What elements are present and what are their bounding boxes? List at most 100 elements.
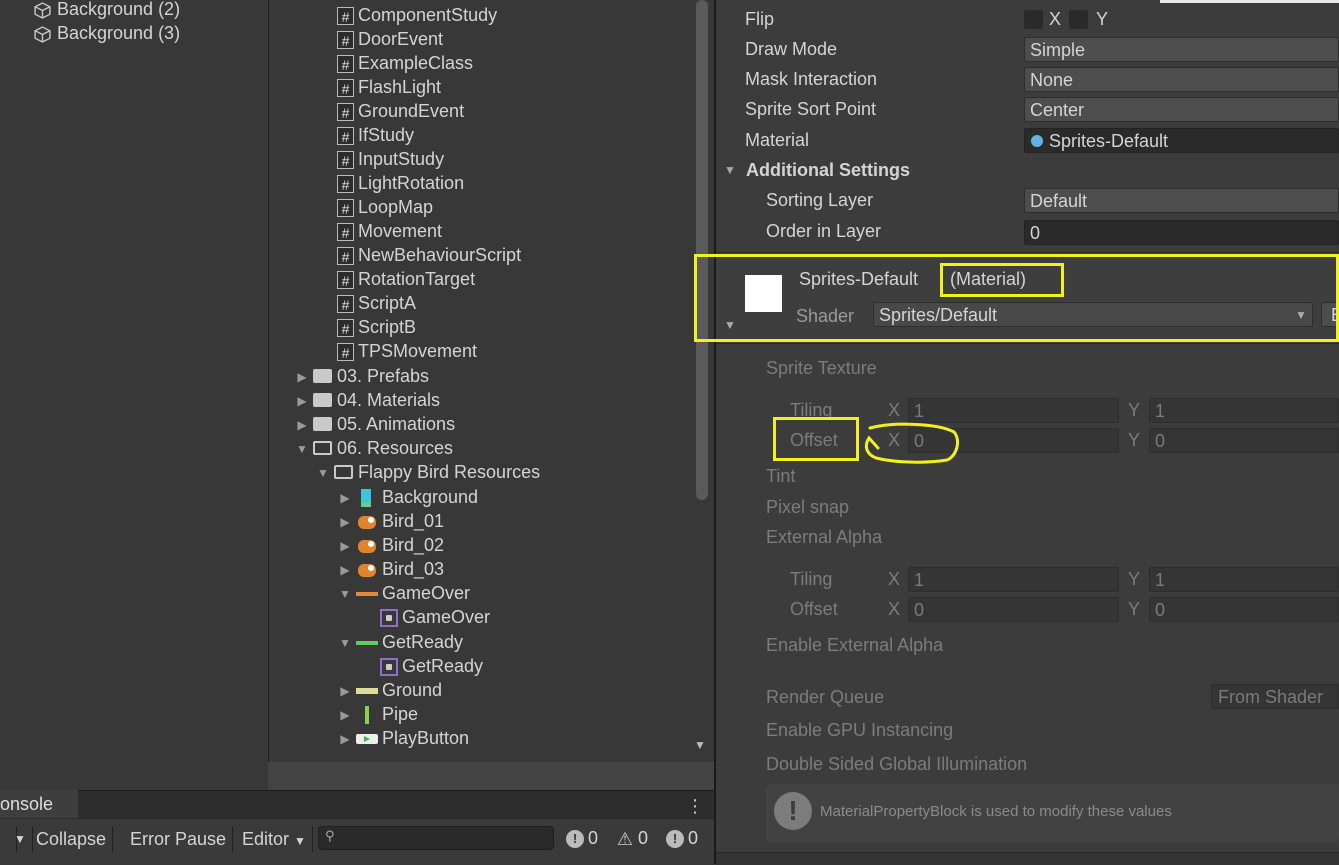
sprite-asset[interactable]: ▶ PlayButton — [338, 726, 469, 750]
sprite-texture-label: Sprite Texture — [766, 358, 877, 378]
log-count[interactable]: ! 0 — [566, 826, 598, 850]
csharp-script-icon: # — [337, 223, 354, 242]
error-pause-button[interactable]: Error Pause — [124, 826, 234, 852]
order-in-layer-input[interactable]: 0 — [1024, 220, 1339, 245]
console-search-input[interactable]: ⚲ — [318, 826, 554, 850]
flip-x-checkbox[interactable] — [1024, 10, 1043, 29]
material-header — [716, 252, 1339, 344]
script-item[interactable]: # InputStudy — [337, 147, 444, 171]
script-item[interactable]: # LoopMap — [337, 195, 433, 219]
script-item[interactable]: # NewBehaviourScript — [337, 243, 521, 267]
draw-mode-label: Draw Mode — [745, 39, 838, 59]
alpha-tiling-y-input[interactable]: 1 — [1149, 567, 1339, 592]
alpha-offset-x-input[interactable]: 0 — [908, 597, 1119, 622]
chevron-down-icon[interactable]: ▼ — [724, 163, 736, 177]
sprite-asset[interactable]: ▶ Bird_01 — [338, 509, 444, 533]
chevron-down-icon[interactable]: ▼ — [338, 631, 352, 655]
tiling-label: Tiling — [790, 569, 833, 589]
kebab-menu-icon[interactable]: ⋮ — [686, 796, 704, 817]
chevron-down-icon[interactable]: ▼ — [338, 582, 352, 606]
script-item[interactable]: # ScriptB — [337, 315, 416, 339]
chevron-down-icon[interactable]: ▼ — [724, 318, 736, 332]
sprite-asset[interactable]: ▶ Pipe — [338, 702, 418, 726]
render-queue-label: Render Queue — [766, 687, 885, 707]
script-item[interactable]: # ExampleClass — [337, 51, 473, 75]
script-item[interactable]: # GroundEvent — [337, 99, 464, 123]
folder-item[interactable]: ▼ 06. Resources — [295, 436, 453, 460]
script-label: InputStudy — [358, 149, 445, 169]
folder-icon — [313, 417, 332, 432]
alpha-tiling-x-input[interactable]: 1 — [908, 567, 1119, 592]
material-field[interactable]: Sprites-Default — [1024, 128, 1339, 153]
shader-dropdown[interactable]: Sprites/Default — [873, 302, 1313, 327]
hierarchy-item[interactable]: Background (3) — [34, 21, 180, 45]
folder-item[interactable]: ▶ 05. Animations — [295, 412, 455, 436]
sprite-asset[interactable]: ▶ Background — [338, 485, 478, 509]
folder-item[interactable]: ▶ 03. Prefabs — [295, 364, 429, 388]
chevron-right-icon[interactable]: ▶ — [295, 365, 309, 389]
chevron-right-icon[interactable]: ▶ — [338, 679, 352, 703]
gameobject-icon — [34, 26, 51, 43]
mask-interaction-dropdown[interactable]: None — [1024, 67, 1339, 92]
sprite-thumbnail-icon — [356, 706, 378, 725]
tab-console[interactable]: onsole — [0, 790, 78, 818]
offset-y-input[interactable]: 0 — [1149, 428, 1339, 453]
script-item[interactable]: # FlashLight — [337, 75, 441, 99]
draw-mode-dropdown[interactable]: Simple — [1024, 37, 1339, 62]
sub-sprite-asset[interactable]: GetReady — [380, 654, 483, 678]
script-label: Movement — [358, 221, 443, 241]
chevron-right-icon[interactable]: ▶ — [295, 389, 309, 413]
script-item[interactable]: # IfStudy — [337, 123, 414, 147]
csharp-script-icon: # — [337, 271, 354, 290]
render-queue-dropdown[interactable]: From Shader — [1211, 684, 1339, 709]
script-label: RotationTarget — [358, 269, 476, 289]
asset-label: Pipe — [382, 704, 419, 724]
sprite-asset[interactable]: ▼ GameOver — [338, 581, 470, 605]
material-value: Sprites-Default — [1049, 131, 1169, 151]
chevron-right-icon[interactable]: ▶ — [338, 510, 352, 534]
edit-shader-button[interactable]: E — [1321, 302, 1339, 327]
script-item[interactable]: # ComponentStudy — [337, 3, 497, 27]
chevron-right-icon[interactable]: ▶ — [338, 534, 352, 558]
warning-count-value: 0 — [638, 828, 649, 848]
tiling-y-input[interactable]: 1 — [1149, 398, 1339, 423]
sprite-asset[interactable]: ▶ Bird_02 — [338, 533, 444, 557]
scroll-down-arrow-icon[interactable]: ▼ — [694, 738, 706, 752]
sprite-asset[interactable]: ▶ Ground — [338, 678, 442, 702]
alpha-offset-y-input[interactable]: 0 — [1149, 597, 1339, 622]
folder-item[interactable]: ▶ 04. Materials — [295, 388, 440, 412]
chevron-right-icon[interactable]: ▶ — [338, 703, 352, 727]
sprite-asset[interactable]: ▼ GetReady — [338, 630, 463, 654]
tiling-label: Tiling — [790, 400, 833, 420]
chevron-right-icon[interactable]: ▶ — [295, 413, 309, 437]
chevron-right-icon[interactable]: ▶ — [338, 558, 352, 582]
sub-sprite-asset[interactable]: GameOver — [380, 605, 490, 629]
csharp-script-icon: # — [337, 103, 354, 122]
flip-y-checkbox[interactable] — [1069, 10, 1088, 29]
warning-count[interactable]: ⚠ 0 — [616, 826, 648, 850]
script-item[interactable]: # ScriptA — [337, 291, 416, 315]
inspector-footer — [716, 852, 1339, 865]
sprite-asset[interactable]: ▶ Bird_03 — [338, 557, 444, 581]
script-item[interactable]: # Movement — [337, 219, 442, 243]
additional-settings-foldout[interactable]: Additional Settings — [746, 160, 910, 181]
script-item[interactable]: # TPSMovement — [337, 339, 477, 363]
sorting-layer-dropdown[interactable]: Default — [1024, 188, 1339, 213]
project-scrollbar[interactable] — [696, 0, 708, 500]
hierarchy-item[interactable]: Background (2) — [34, 0, 180, 21]
error-pause-label: Error Pause — [130, 829, 227, 849]
chevron-down-icon[interactable]: ▼ — [316, 461, 330, 485]
chevron-right-icon[interactable]: ▶ — [338, 486, 352, 510]
editor-dropdown[interactable]: Editor ▼ — [236, 826, 313, 852]
error-count[interactable]: ! 0 — [666, 826, 698, 850]
sprite-sort-point-dropdown[interactable]: Center — [1024, 97, 1339, 122]
folder-label: Flappy Bird Resources — [358, 462, 541, 482]
script-item[interactable]: # RotationTarget — [337, 267, 475, 291]
asset-label: PlayButton — [382, 728, 470, 748]
collapse-button[interactable]: Collapse — [30, 826, 114, 852]
chevron-down-icon[interactable]: ▼ — [295, 437, 309, 461]
script-item[interactable]: # LightRotation — [337, 171, 464, 195]
chevron-right-icon[interactable]: ▶ — [338, 727, 352, 751]
script-item[interactable]: # DoorEvent — [337, 27, 443, 51]
folder-item[interactable]: ▼ Flappy Bird Resources — [316, 460, 540, 484]
